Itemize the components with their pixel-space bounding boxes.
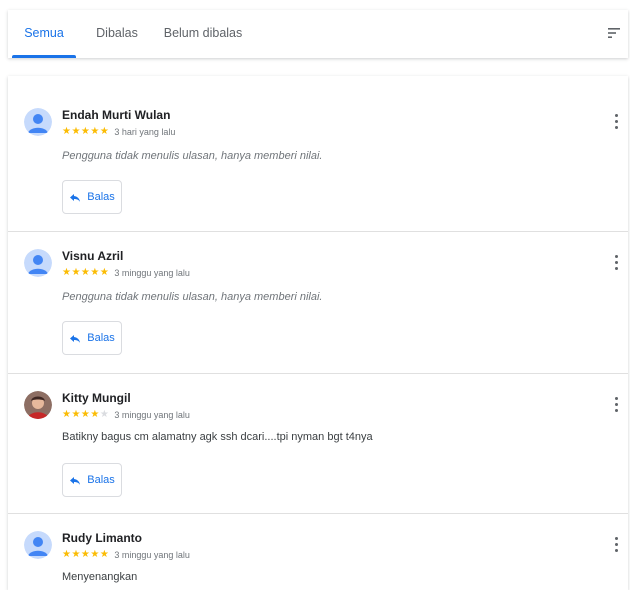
review-meta: ★★★★★ 3 minggu yang lalu: [62, 549, 190, 560]
review-time: 3 hari yang lalu: [114, 126, 176, 137]
reply-icon: [70, 477, 81, 485]
reply-label: Balas: [87, 191, 115, 203]
review-text: Menyenangkan: [62, 571, 138, 583]
filter-list-icon[interactable]: [606, 25, 622, 41]
review-time: 3 minggu yang lalu: [114, 549, 190, 560]
tab-belum-dibalas[interactable]: Belum dibalas: [162, 10, 244, 56]
default-avatar-icon: [24, 108, 52, 136]
more-vert-icon[interactable]: [610, 110, 622, 132]
reviewer-name: Kitty Mungil: [62, 391, 131, 405]
tab-semua[interactable]: Semua: [12, 10, 76, 58]
reviews-list: Endah Murti Wulan ★★★★★ 3 hari yang lalu…: [8, 76, 628, 590]
reply-icon: [70, 194, 81, 202]
tab-label: Dibalas: [96, 26, 138, 40]
review-meta: ★★★★★ 3 minggu yang lalu: [62, 267, 190, 278]
default-avatar-icon: [24, 249, 52, 277]
star-rating: ★★★★★: [62, 126, 110, 137]
reply-label: Balas: [87, 474, 115, 486]
reviews-page: Semua Dibalas Belum dibalas Endah Murti …: [0, 0, 630, 590]
review-meta: ★★★★★ 3 hari yang lalu: [62, 126, 175, 137]
more-vert-icon[interactable]: [610, 393, 622, 415]
review-item: Kitty Mungil ★★★★★ 3 minggu yang lalu Ba…: [8, 373, 628, 514]
review-meta: ★★★★★ 3 minggu yang lalu: [62, 409, 190, 420]
review-item: Visnu Azril ★★★★★ 3 minggu yang lalu Pen…: [8, 231, 628, 374]
reviewer-name: Rudy Limanto: [62, 531, 142, 545]
review-filter-tabs: Semua Dibalas Belum dibalas: [8, 10, 628, 58]
reply-button[interactable]: Balas: [62, 321, 122, 355]
tab-label: Semua: [24, 26, 64, 40]
default-avatar-icon: [24, 531, 52, 559]
tab-dibalas[interactable]: Dibalas: [92, 10, 142, 56]
review-item: Rudy Limanto ★★★★★ 3 minggu yang lalu Me…: [8, 513, 628, 590]
review-text: Pengguna tidak menulis ulasan, hanya mem…: [62, 150, 323, 162]
reply-icon: [70, 335, 81, 343]
active-tab-indicator: [12, 55, 76, 58]
tab-label: Belum dibalas: [163, 26, 243, 40]
reply-button[interactable]: Balas: [62, 180, 122, 214]
more-vert-icon[interactable]: [610, 533, 622, 555]
reviewer-name: Endah Murti Wulan: [62, 108, 171, 122]
reviewer-name: Visnu Azril: [62, 249, 124, 263]
more-vert-icon[interactable]: [610, 251, 622, 273]
review-time: 3 minggu yang lalu: [114, 267, 190, 278]
star-rating: ★★★★★: [62, 409, 110, 420]
reply-label: Balas: [87, 332, 115, 344]
photo-avatar: [24, 391, 52, 419]
review-text: Pengguna tidak menulis ulasan, hanya mem…: [62, 291, 323, 303]
review-time: 3 minggu yang lalu: [114, 409, 190, 420]
star-rating: ★★★★★: [62, 267, 110, 278]
reply-button[interactable]: Balas: [62, 463, 122, 497]
review-item: Endah Murti Wulan ★★★★★ 3 hari yang lalu…: [8, 76, 628, 232]
star-rating: ★★★★★: [62, 549, 110, 560]
review-text: Batikny bagus cm alamatny agk ssh dcari.…: [62, 431, 373, 443]
